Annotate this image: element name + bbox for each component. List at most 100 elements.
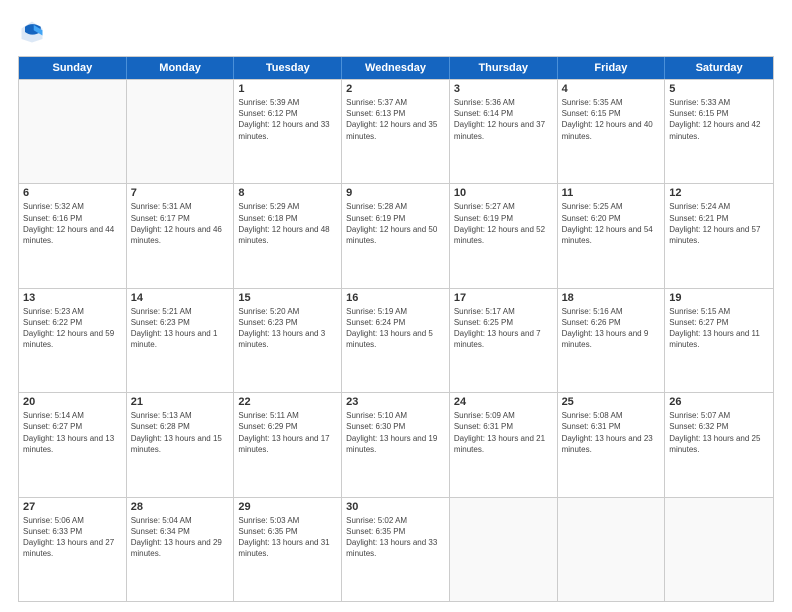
day-info: Sunrise: 5:20 AMSunset: 6:23 PMDaylight:… (238, 306, 337, 351)
day-number: 20 (23, 396, 122, 408)
calendar-cell-21: 21 Sunrise: 5:13 AMSunset: 6:28 PMDayligh… (127, 393, 235, 496)
calendar-cell-16: 16 Sunrise: 5:19 AMSunset: 6:24 PMDayligh… (342, 289, 450, 392)
day-number: 26 (669, 396, 769, 408)
calendar-cell-empty (665, 498, 773, 601)
day-number: 15 (238, 292, 337, 304)
calendar-cell-1: 1 Sunrise: 5:39 AMSunset: 6:12 PMDaylight… (234, 80, 342, 183)
day-number: 28 (131, 501, 230, 513)
calendar-cell-8: 8 Sunrise: 5:29 AMSunset: 6:18 PMDaylight… (234, 184, 342, 287)
day-info: Sunrise: 5:31 AMSunset: 6:17 PMDaylight:… (131, 201, 230, 246)
calendar-body: 1 Sunrise: 5:39 AMSunset: 6:12 PMDaylight… (19, 79, 773, 601)
calendar-week-1: 6 Sunrise: 5:32 AMSunset: 6:16 PMDaylight… (19, 183, 773, 287)
day-number: 9 (346, 187, 445, 199)
day-number: 16 (346, 292, 445, 304)
day-info: Sunrise: 5:19 AMSunset: 6:24 PMDaylight:… (346, 306, 445, 351)
header-day-tuesday: Tuesday (234, 57, 342, 79)
day-number: 21 (131, 396, 230, 408)
day-number: 22 (238, 396, 337, 408)
day-info: Sunrise: 5:11 AMSunset: 6:29 PMDaylight:… (238, 410, 337, 455)
day-number: 25 (562, 396, 661, 408)
day-number: 2 (346, 83, 445, 95)
calendar-cell-17: 17 Sunrise: 5:17 AMSunset: 6:25 PMDayligh… (450, 289, 558, 392)
calendar-cell-19: 19 Sunrise: 5:15 AMSunset: 6:27 PMDayligh… (665, 289, 773, 392)
calendar: SundayMondayTuesdayWednesdayThursdayFrid… (18, 56, 774, 602)
calendar-week-0: 1 Sunrise: 5:39 AMSunset: 6:12 PMDaylight… (19, 79, 773, 183)
calendar-cell-22: 22 Sunrise: 5:11 AMSunset: 6:29 PMDayligh… (234, 393, 342, 496)
day-number: 10 (454, 187, 553, 199)
day-info: Sunrise: 5:10 AMSunset: 6:30 PMDaylight:… (346, 410, 445, 455)
day-info: Sunrise: 5:24 AMSunset: 6:21 PMDaylight:… (669, 201, 769, 246)
calendar-cell-empty (450, 498, 558, 601)
day-number: 13 (23, 292, 122, 304)
day-info: Sunrise: 5:39 AMSunset: 6:12 PMDaylight:… (238, 97, 337, 142)
header-day-friday: Friday (558, 57, 666, 79)
calendar-cell-5: 5 Sunrise: 5:33 AMSunset: 6:15 PMDaylight… (665, 80, 773, 183)
day-info: Sunrise: 5:37 AMSunset: 6:13 PMDaylight:… (346, 97, 445, 142)
calendar-week-3: 20 Sunrise: 5:14 AMSunset: 6:27 PMDayligh… (19, 392, 773, 496)
day-number: 30 (346, 501, 445, 513)
day-info: Sunrise: 5:14 AMSunset: 6:27 PMDaylight:… (23, 410, 122, 455)
day-number: 23 (346, 396, 445, 408)
page: SundayMondayTuesdayWednesdayThursdayFrid… (0, 0, 792, 612)
day-number: 5 (669, 83, 769, 95)
calendar-cell-3: 3Sunrise: 5:36 AMSunset: 6:14 PMDaylight… (450, 80, 558, 183)
day-info: Sunrise: 5:08 AMSunset: 6:31 PMDaylight:… (562, 410, 661, 455)
calendar-week-2: 13 Sunrise: 5:23 AMSunset: 6:22 PMDayligh… (19, 288, 773, 392)
calendar-cell-18: 18Sunrise: 5:16 AMSunset: 6:26 PMDayligh… (558, 289, 666, 392)
day-info: Sunrise: 5:32 AMSunset: 6:16 PMDaylight:… (23, 201, 122, 246)
logo (18, 18, 50, 46)
day-info: Sunrise: 5:35 AMSunset: 6:15 PMDaylight:… (562, 97, 661, 142)
day-info: Sunrise: 5:25 AMSunset: 6:20 PMDaylight:… (562, 201, 661, 246)
calendar-cell-14: 14 Sunrise: 5:21 AMSunset: 6:23 PMDayligh… (127, 289, 235, 392)
day-number: 8 (238, 187, 337, 199)
calendar-cell-empty (127, 80, 235, 183)
day-info: Sunrise: 5:06 AMSunset: 6:33 PMDaylight:… (23, 515, 122, 560)
day-info: Sunrise: 5:33 AMSunset: 6:15 PMDaylight:… (669, 97, 769, 142)
day-info: Sunrise: 5:27 AMSunset: 6:19 PMDaylight:… (454, 201, 553, 246)
calendar-cell-4: 4Sunrise: 5:35 AMSunset: 6:15 PMDaylight… (558, 80, 666, 183)
calendar-cell-25: 25 Sunrise: 5:08 AMSunset: 6:31 PMDayligh… (558, 393, 666, 496)
header-day-wednesday: Wednesday (342, 57, 450, 79)
day-number: 14 (131, 292, 230, 304)
day-number: 17 (454, 292, 553, 304)
header (18, 18, 774, 46)
day-number: 19 (669, 292, 769, 304)
day-info: Sunrise: 5:29 AMSunset: 6:18 PMDaylight:… (238, 201, 337, 246)
calendar-cell-6: 6 Sunrise: 5:32 AMSunset: 6:16 PMDaylight… (19, 184, 127, 287)
day-info: Sunrise: 5:04 AMSunset: 6:34 PMDaylight:… (131, 515, 230, 560)
calendar-cell-empty (558, 498, 666, 601)
header-day-saturday: Saturday (665, 57, 773, 79)
calendar-cell-26: 26Sunrise: 5:07 AMSunset: 6:32 PMDayligh… (665, 393, 773, 496)
calendar-cell-24: 24 Sunrise: 5:09 AMSunset: 6:31 PMDayligh… (450, 393, 558, 496)
calendar-week-4: 27 Sunrise: 5:06 AMSunset: 6:33 PMDayligh… (19, 497, 773, 601)
calendar-cell-27: 27 Sunrise: 5:06 AMSunset: 6:33 PMDayligh… (19, 498, 127, 601)
day-info: Sunrise: 5:23 AMSunset: 6:22 PMDaylight:… (23, 306, 122, 351)
day-number: 1 (238, 83, 337, 95)
day-info: Sunrise: 5:02 AMSunset: 6:35 PMDaylight:… (346, 515, 445, 560)
calendar-cell-30: 30 Sunrise: 5:02 AMSunset: 6:35 PMDayligh… (342, 498, 450, 601)
calendar-cell-10: 10 Sunrise: 5:27 AMSunset: 6:19 PMDayligh… (450, 184, 558, 287)
calendar-cell-2: 2 Sunrise: 5:37 AMSunset: 6:13 PMDaylight… (342, 80, 450, 183)
calendar-cell-empty (19, 80, 127, 183)
calendar-cell-15: 15 Sunrise: 5:20 AMSunset: 6:23 PMDayligh… (234, 289, 342, 392)
day-info: Sunrise: 5:21 AMSunset: 6:23 PMDaylight:… (131, 306, 230, 351)
calendar-cell-7: 7 Sunrise: 5:31 AMSunset: 6:17 PMDaylight… (127, 184, 235, 287)
calendar-cell-13: 13 Sunrise: 5:23 AMSunset: 6:22 PMDayligh… (19, 289, 127, 392)
day-info: Sunrise: 5:13 AMSunset: 6:28 PMDaylight:… (131, 410, 230, 455)
day-number: 7 (131, 187, 230, 199)
calendar-cell-23: 23 Sunrise: 5:10 AMSunset: 6:30 PMDayligh… (342, 393, 450, 496)
day-info: Sunrise: 5:03 AMSunset: 6:35 PMDaylight:… (238, 515, 337, 560)
day-info: Sunrise: 5:17 AMSunset: 6:25 PMDaylight:… (454, 306, 553, 351)
day-info: Sunrise: 5:16 AMSunset: 6:26 PMDaylight:… (562, 306, 661, 351)
day-number: 12 (669, 187, 769, 199)
day-info: Sunrise: 5:15 AMSunset: 6:27 PMDaylight:… (669, 306, 769, 351)
day-info: Sunrise: 5:28 AMSunset: 6:19 PMDaylight:… (346, 201, 445, 246)
calendar-cell-28: 28 Sunrise: 5:04 AMSunset: 6:34 PMDayligh… (127, 498, 235, 601)
day-number: 24 (454, 396, 553, 408)
day-number: 6 (23, 187, 122, 199)
header-day-thursday: Thursday (450, 57, 558, 79)
day-info: Sunrise: 5:09 AMSunset: 6:31 PMDaylight:… (454, 410, 553, 455)
calendar-cell-12: 12 Sunrise: 5:24 AMSunset: 6:21 PMDayligh… (665, 184, 773, 287)
day-info: Sunrise: 5:36 AMSunset: 6:14 PMDaylight:… (454, 97, 553, 142)
day-number: 27 (23, 501, 122, 513)
